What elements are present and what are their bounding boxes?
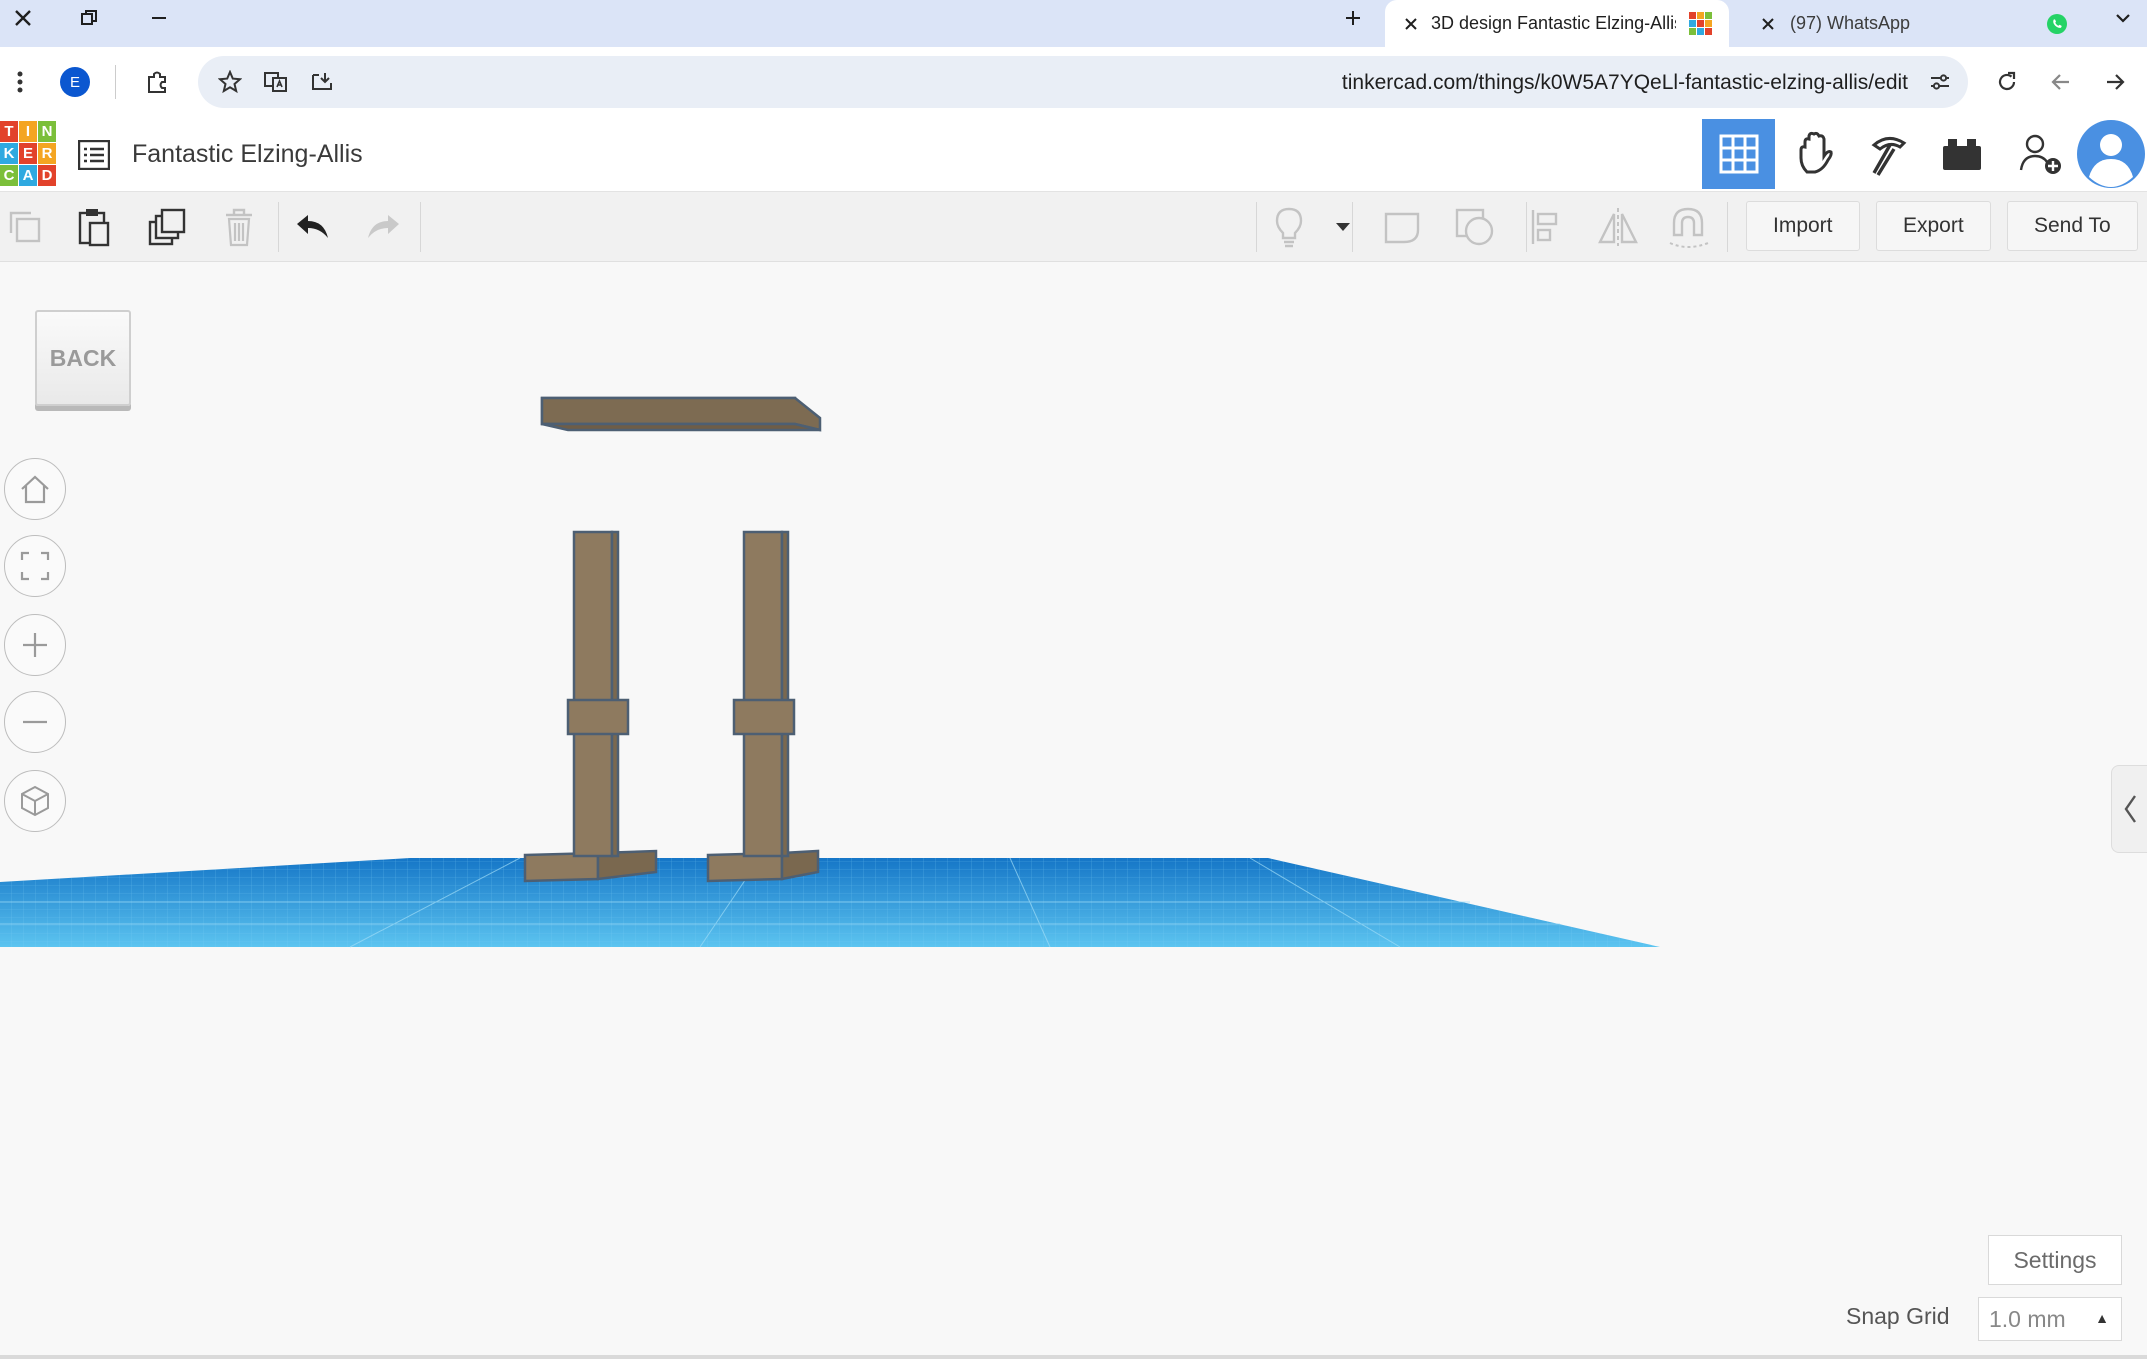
logo-letter: T <box>0 121 18 142</box>
magnet-icon <box>1669 207 1709 248</box>
tab-search-chevron-icon[interactable] <box>2100 0 2146 36</box>
logo-letter: I <box>19 121 37 142</box>
add-user-icon <box>2019 134 2061 174</box>
install-app-icon[interactable] <box>306 66 338 98</box>
logo-letter: N <box>38 121 56 142</box>
paste-icon <box>78 209 110 247</box>
send-to-button[interactable]: Send To <box>2007 201 2138 251</box>
undo-button[interactable] <box>278 192 348 262</box>
redo-button[interactable] <box>348 192 418 262</box>
bottom-divider <box>0 1355 2147 1359</box>
tab-tinkercad[interactable]: 3D design Fantastic Elzing-Allis <box>1385 0 1729 47</box>
3d-view-button[interactable] <box>1702 119 1775 189</box>
tinkercad-logo[interactable]: T I N K E R C A D <box>0 121 56 187</box>
duplicate-icon <box>148 208 186 246</box>
align-icon <box>1531 210 1558 244</box>
profile-avatar[interactable]: E <box>60 67 90 97</box>
browser-tab-strip: 3D design Fantastic Elzing-Allis (97) Wh… <box>0 0 2147 47</box>
export-button[interactable]: Export <box>1876 201 1991 251</box>
snap-grid-select[interactable]: 1.0 mm ▲ <box>1978 1297 2122 1341</box>
delete-button[interactable] <box>204 192 274 262</box>
whatsapp-favicon-icon <box>2044 11 2070 37</box>
lightbulb-icon <box>1275 207 1303 248</box>
pickaxe-icon <box>1871 137 1906 176</box>
toolbar-divider <box>1352 202 1353 252</box>
new-tab-icon[interactable] <box>1330 0 1376 36</box>
copy-icon <box>9 211 41 243</box>
settings-button[interactable]: Settings <box>1988 1235 2122 1285</box>
design-title[interactable]: Fantastic Elzing-Allis <box>132 140 363 169</box>
bricks-button[interactable] <box>1925 119 1998 189</box>
undo-icon <box>297 215 328 238</box>
minimize-window-icon[interactable] <box>136 0 182 36</box>
copy-button[interactable] <box>0 192 60 262</box>
caret-down-icon <box>1336 223 1350 231</box>
table-model[interactable] <box>523 396 822 883</box>
logo-letter: C <box>0 165 18 186</box>
close-window-icon[interactable] <box>0 0 46 36</box>
logo-letter: A <box>19 165 37 186</box>
tab-title: (97) WhatsApp <box>1790 13 1911 33</box>
toolbar-divider <box>420 202 421 252</box>
site-settings-icon[interactable] <box>1926 68 1954 96</box>
browser-menu-icon[interactable] <box>8 67 32 97</box>
reload-icon[interactable] <box>1990 65 2024 99</box>
edit-toolbar: Import Export Send To <box>0 192 2147 262</box>
restore-window-icon[interactable] <box>66 0 112 36</box>
ungroup-button[interactable] <box>1440 192 1510 262</box>
caret-up-icon: ▲ <box>2095 1310 2109 1326</box>
logo-letter: D <box>38 165 56 186</box>
extensions-icon[interactable] <box>140 65 174 99</box>
snap-grid-value: 1.0 mm <box>1989 1305 2066 1332</box>
bookmark-star-icon[interactable] <box>214 66 246 98</box>
blocks-mode-button[interactable] <box>1779 119 1852 189</box>
trash-icon <box>226 208 252 247</box>
logo-letter: R <box>38 143 56 164</box>
duplicate-button[interactable] <box>133 192 203 262</box>
codeblocks-button[interactable] <box>1852 119 1925 189</box>
tab-whatsapp[interactable]: (97) WhatsApp <box>1740 0 2070 47</box>
cruise-button[interactable] <box>1654 192 1724 262</box>
forward-arrow-icon[interactable] <box>2098 65 2132 99</box>
url-text: tinkercad.com/things/k0W5A7YQeLl-fantast… <box>1341 71 1908 94</box>
mirror-button[interactable] <box>1583 192 1653 262</box>
close-tab-icon[interactable] <box>1756 12 1780 36</box>
logo-letter: E <box>19 143 37 164</box>
collapse-panel-toggle[interactable] <box>2111 765 2147 853</box>
group-button[interactable] <box>1367 192 1437 262</box>
workplane-viewport[interactable]: BACK Settings Snap Grid 1.0 mm ▲ <box>0 262 2147 1359</box>
logo-letter: K <box>0 143 18 164</box>
toolbar-divider <box>115 65 116 99</box>
design-list-icon[interactable] <box>76 137 112 173</box>
mirror-icon <box>1598 208 1638 246</box>
toolbar-divider <box>1727 202 1728 252</box>
group-icon <box>1384 212 1420 244</box>
browser-toolbar: E tinkercad.com/things/k0W5A7YQeLl-fanta… <box>0 47 2147 117</box>
back-arrow-icon[interactable] <box>2044 65 2078 99</box>
chevron-left-icon <box>2124 795 2136 823</box>
tab-title: 3D design Fantastic Elzing-Allis <box>1431 13 1676 33</box>
avatar-icon <box>2076 120 2145 188</box>
brick-icon <box>1942 139 1981 170</box>
ungroup-icon <box>1455 208 1494 246</box>
paste-button[interactable] <box>59 192 129 262</box>
grid-icon <box>1719 134 1758 174</box>
tinkercad-favicon-icon <box>1688 11 1714 37</box>
translate-icon[interactable] <box>260 66 292 98</box>
import-button[interactable]: Import <box>1746 201 1860 251</box>
address-bar[interactable]: tinkercad.com/things/k0W5A7YQeLl-fantast… <box>198 56 1968 108</box>
snap-grid-label: Snap Grid <box>1846 1303 1950 1329</box>
workplane-scene[interactable] <box>0 262 2147 1022</box>
close-tab-icon[interactable] <box>1399 12 1423 36</box>
redo-icon <box>368 215 399 238</box>
align-button[interactable] <box>1512 192 1582 262</box>
user-avatar[interactable] <box>2074 119 2147 189</box>
hand-icon <box>1799 131 1833 174</box>
tinkercad-header: T I N K E R C A D Fantastic Elzing-Allis <box>0 117 2147 192</box>
invite-user-button[interactable] <box>2004 119 2077 189</box>
workplane-grid[interactable] <box>0 857 1660 948</box>
